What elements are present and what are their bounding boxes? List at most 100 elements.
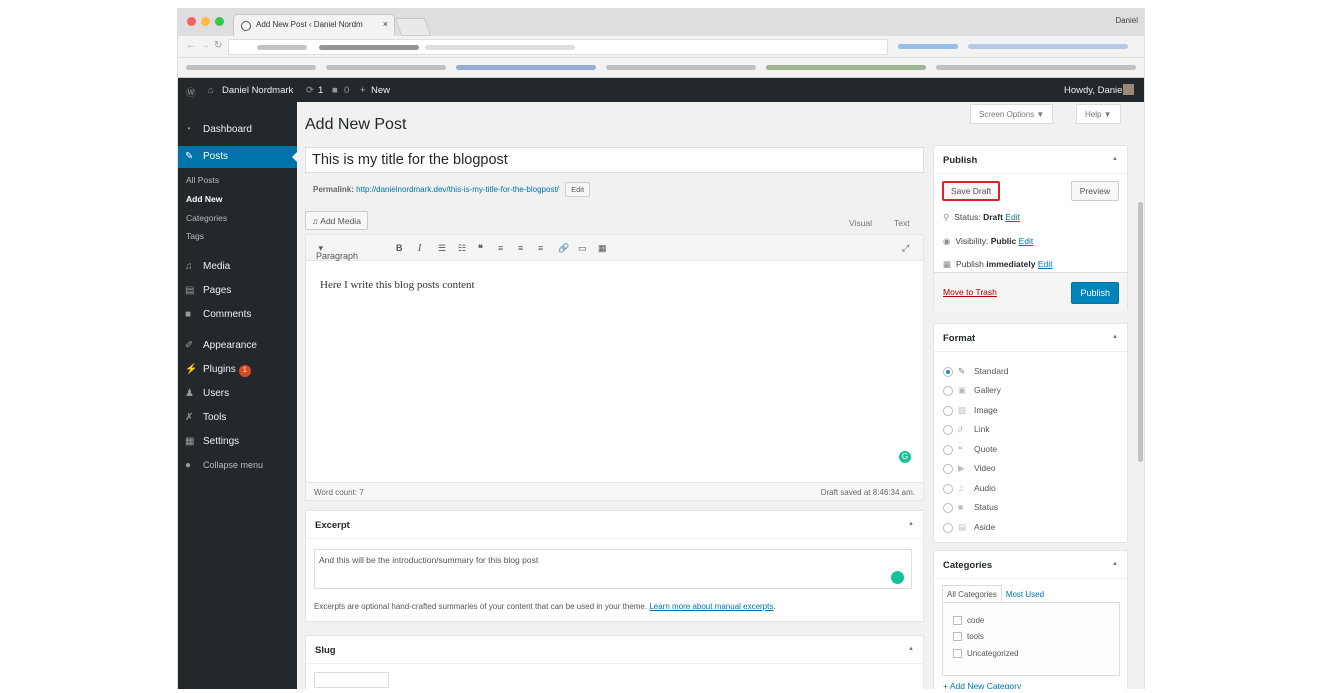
edit-schedule-link[interactable]: Edit [1038, 259, 1053, 269]
page-scrollbar[interactable] [1136, 102, 1144, 689]
reload-icon[interactable]: ↻ [214, 40, 222, 51]
format-select[interactable]: Paragraph ▾ [316, 243, 358, 261]
sidebar-item-tools[interactable]: ✗ Tools [178, 407, 297, 429]
grammarly-icon[interactable]: G [899, 451, 911, 463]
forward-icon[interactable]: → [200, 40, 210, 51]
blockquote-icon[interactable]: ❝ [478, 243, 483, 254]
edit-status-link[interactable]: Edit [1005, 212, 1020, 222]
format-option-link[interactable]: ∂ Link [943, 424, 990, 435]
slug-heading[interactable]: Slug [306, 636, 923, 664]
add-new-category-link[interactable]: + Add New Category [943, 681, 1021, 689]
preview-button[interactable]: Preview [1070, 181, 1119, 201]
permalink-url[interactable]: http://danielnordmark.dev/this-is-my-tit… [356, 185, 559, 194]
read-more-icon[interactable]: ▭ [578, 243, 587, 254]
help-button[interactable]: Help ▼ [1076, 104, 1121, 124]
categories-heading[interactable]: Categories [934, 551, 1127, 579]
excerpt-heading[interactable]: Excerpt [306, 511, 923, 539]
tab-visual[interactable]: Visual [849, 218, 872, 228]
publish-button[interactable]: Publish [1071, 282, 1119, 304]
link-icon[interactable]: 🔗 [558, 243, 569, 254]
sidebar-subitem-categories[interactable]: Categories [186, 213, 227, 223]
back-icon[interactable]: ← [186, 40, 196, 51]
close-tab-icon[interactable]: × [383, 19, 388, 29]
format-option-aside[interactable]: ▤ Aside [943, 522, 995, 533]
checkbox[interactable] [953, 649, 962, 659]
site-name-link[interactable]: Daniel Nordmark [222, 85, 293, 96]
browser-tab[interactable]: Add New Post ‹ Daniel Nordm × [233, 14, 395, 36]
format-option-gallery[interactable]: ▣ Gallery [943, 385, 1001, 396]
format-option-audio[interactable]: ♫ Audio [943, 483, 996, 494]
format-option-image[interactable]: ▨ Image [943, 405, 998, 416]
comments-icon[interactable]: ■ [332, 85, 338, 96]
numbered-list-icon[interactable]: ☷ [458, 243, 466, 254]
scrollbar-thumb[interactable] [1138, 202, 1143, 462]
tab-all-categories[interactable]: All Categories [942, 585, 1002, 603]
align-center-icon[interactable]: ≡ [518, 243, 523, 253]
wordpress-logo-icon[interactable]: Ⓦ [186, 85, 196, 99]
sidebar-collapse-menu[interactable]: ● Collapse menu [178, 455, 297, 477]
sidebar-item-posts[interactable]: ✎ Posts [178, 146, 297, 168]
post-title-input[interactable]: This is my title for the blogpost [305, 147, 924, 173]
publish-heading[interactable]: Publish [934, 146, 1127, 174]
collapse-toggle-icon[interactable]: ▲ [908, 521, 914, 527]
toolbar-toggle-icon[interactable]: ▦ [598, 243, 607, 254]
format-heading[interactable]: Format [934, 324, 1127, 352]
category-item[interactable]: tools [953, 632, 984, 642]
new-link[interactable]: New [371, 85, 390, 96]
category-item[interactable]: Uncategorized [953, 649, 1019, 659]
format-option-quote[interactable]: ❝ Quote [943, 444, 997, 455]
editor-content[interactable]: Here I write this blog posts content [320, 279, 475, 291]
excerpt-textarea[interactable]: And this will be the introduction/summar… [314, 549, 912, 589]
sidebar-item-appearance[interactable]: ✐ Appearance [178, 335, 297, 357]
sidebar-item-comments[interactable]: ■ Comments [178, 304, 297, 326]
updates-icon[interactable]: ⟳ [306, 85, 314, 96]
checkbox[interactable] [953, 616, 962, 626]
checkbox[interactable] [953, 632, 962, 642]
sidebar-item-users[interactable]: ♟ Users [178, 383, 297, 405]
maximize-window-icon[interactable] [215, 17, 224, 26]
updates-count[interactable]: 1 [318, 85, 323, 96]
minimize-window-icon[interactable] [201, 17, 210, 26]
tab-most-used[interactable]: Most Used [1002, 586, 1048, 603]
sidebar-item-settings[interactable]: ▦ Settings [178, 431, 297, 453]
italic-icon[interactable]: I [418, 243, 421, 254]
sidebar-subitem-add-new[interactable]: Add New [186, 194, 222, 204]
new-tab-button[interactable] [394, 18, 432, 36]
sidebar-item-pages[interactable]: ▤ Pages [178, 280, 297, 302]
add-media-button[interactable]: ♫ Add Media [305, 211, 368, 230]
sidebar-item-media[interactable]: ♫ Media [178, 256, 297, 278]
format-option-video[interactable]: ▶ Video [943, 463, 996, 474]
slug-input[interactable] [314, 672, 389, 688]
collapse-toggle-icon[interactable]: ▲ [1112, 156, 1118, 162]
permalink-edit-button[interactable]: Edit [565, 182, 591, 197]
plus-icon[interactable]: + [360, 85, 366, 96]
edit-visibility-link[interactable]: Edit [1019, 236, 1034, 246]
sidebar-item-dashboard[interactable]: ◔ Dashboard [178, 119, 297, 141]
sidebar-subitem-tags[interactable]: Tags [186, 231, 204, 241]
sidebar-item-plugins[interactable]: ⚡ Plugins 1 [178, 359, 297, 381]
tab-text[interactable]: Text [894, 218, 910, 228]
collapse-toggle-icon[interactable]: ▲ [908, 646, 914, 652]
move-to-trash-link[interactable]: Move to Trash [943, 287, 997, 297]
screen-options-button[interactable]: Screen Options ▼ [970, 104, 1054, 124]
category-item[interactable]: code [953, 616, 984, 626]
align-right-icon[interactable]: ≡ [538, 243, 543, 253]
bookmarks-bar[interactable] [178, 58, 1144, 78]
avatar[interactable] [1123, 84, 1134, 95]
collapse-toggle-icon[interactable]: ▲ [1112, 561, 1118, 567]
fullscreen-icon[interactable]: ⤢ [902, 243, 909, 254]
save-draft-button[interactable]: Save Draft [942, 181, 1001, 201]
browser-profile[interactable]: Daniel [1115, 16, 1138, 25]
address-bar[interactable] [228, 39, 888, 55]
bold-icon[interactable]: B [396, 243, 403, 253]
learn-more-excerpts-link[interactable]: Learn more about manual excerpts [649, 602, 773, 611]
radio-selected[interactable] [943, 366, 953, 377]
bullet-list-icon[interactable]: ☰ [438, 243, 446, 254]
align-left-icon[interactable]: ≡ [498, 243, 503, 253]
close-window-icon[interactable] [187, 17, 196, 26]
comments-count[interactable]: 0 [344, 85, 349, 96]
howdy-user[interactable]: Howdy, Daniel [1064, 85, 1125, 96]
format-option-status[interactable]: ■ Status [943, 502, 998, 513]
collapse-toggle-icon[interactable]: ▲ [1112, 334, 1118, 340]
grammarly-icon[interactable] [891, 571, 904, 584]
